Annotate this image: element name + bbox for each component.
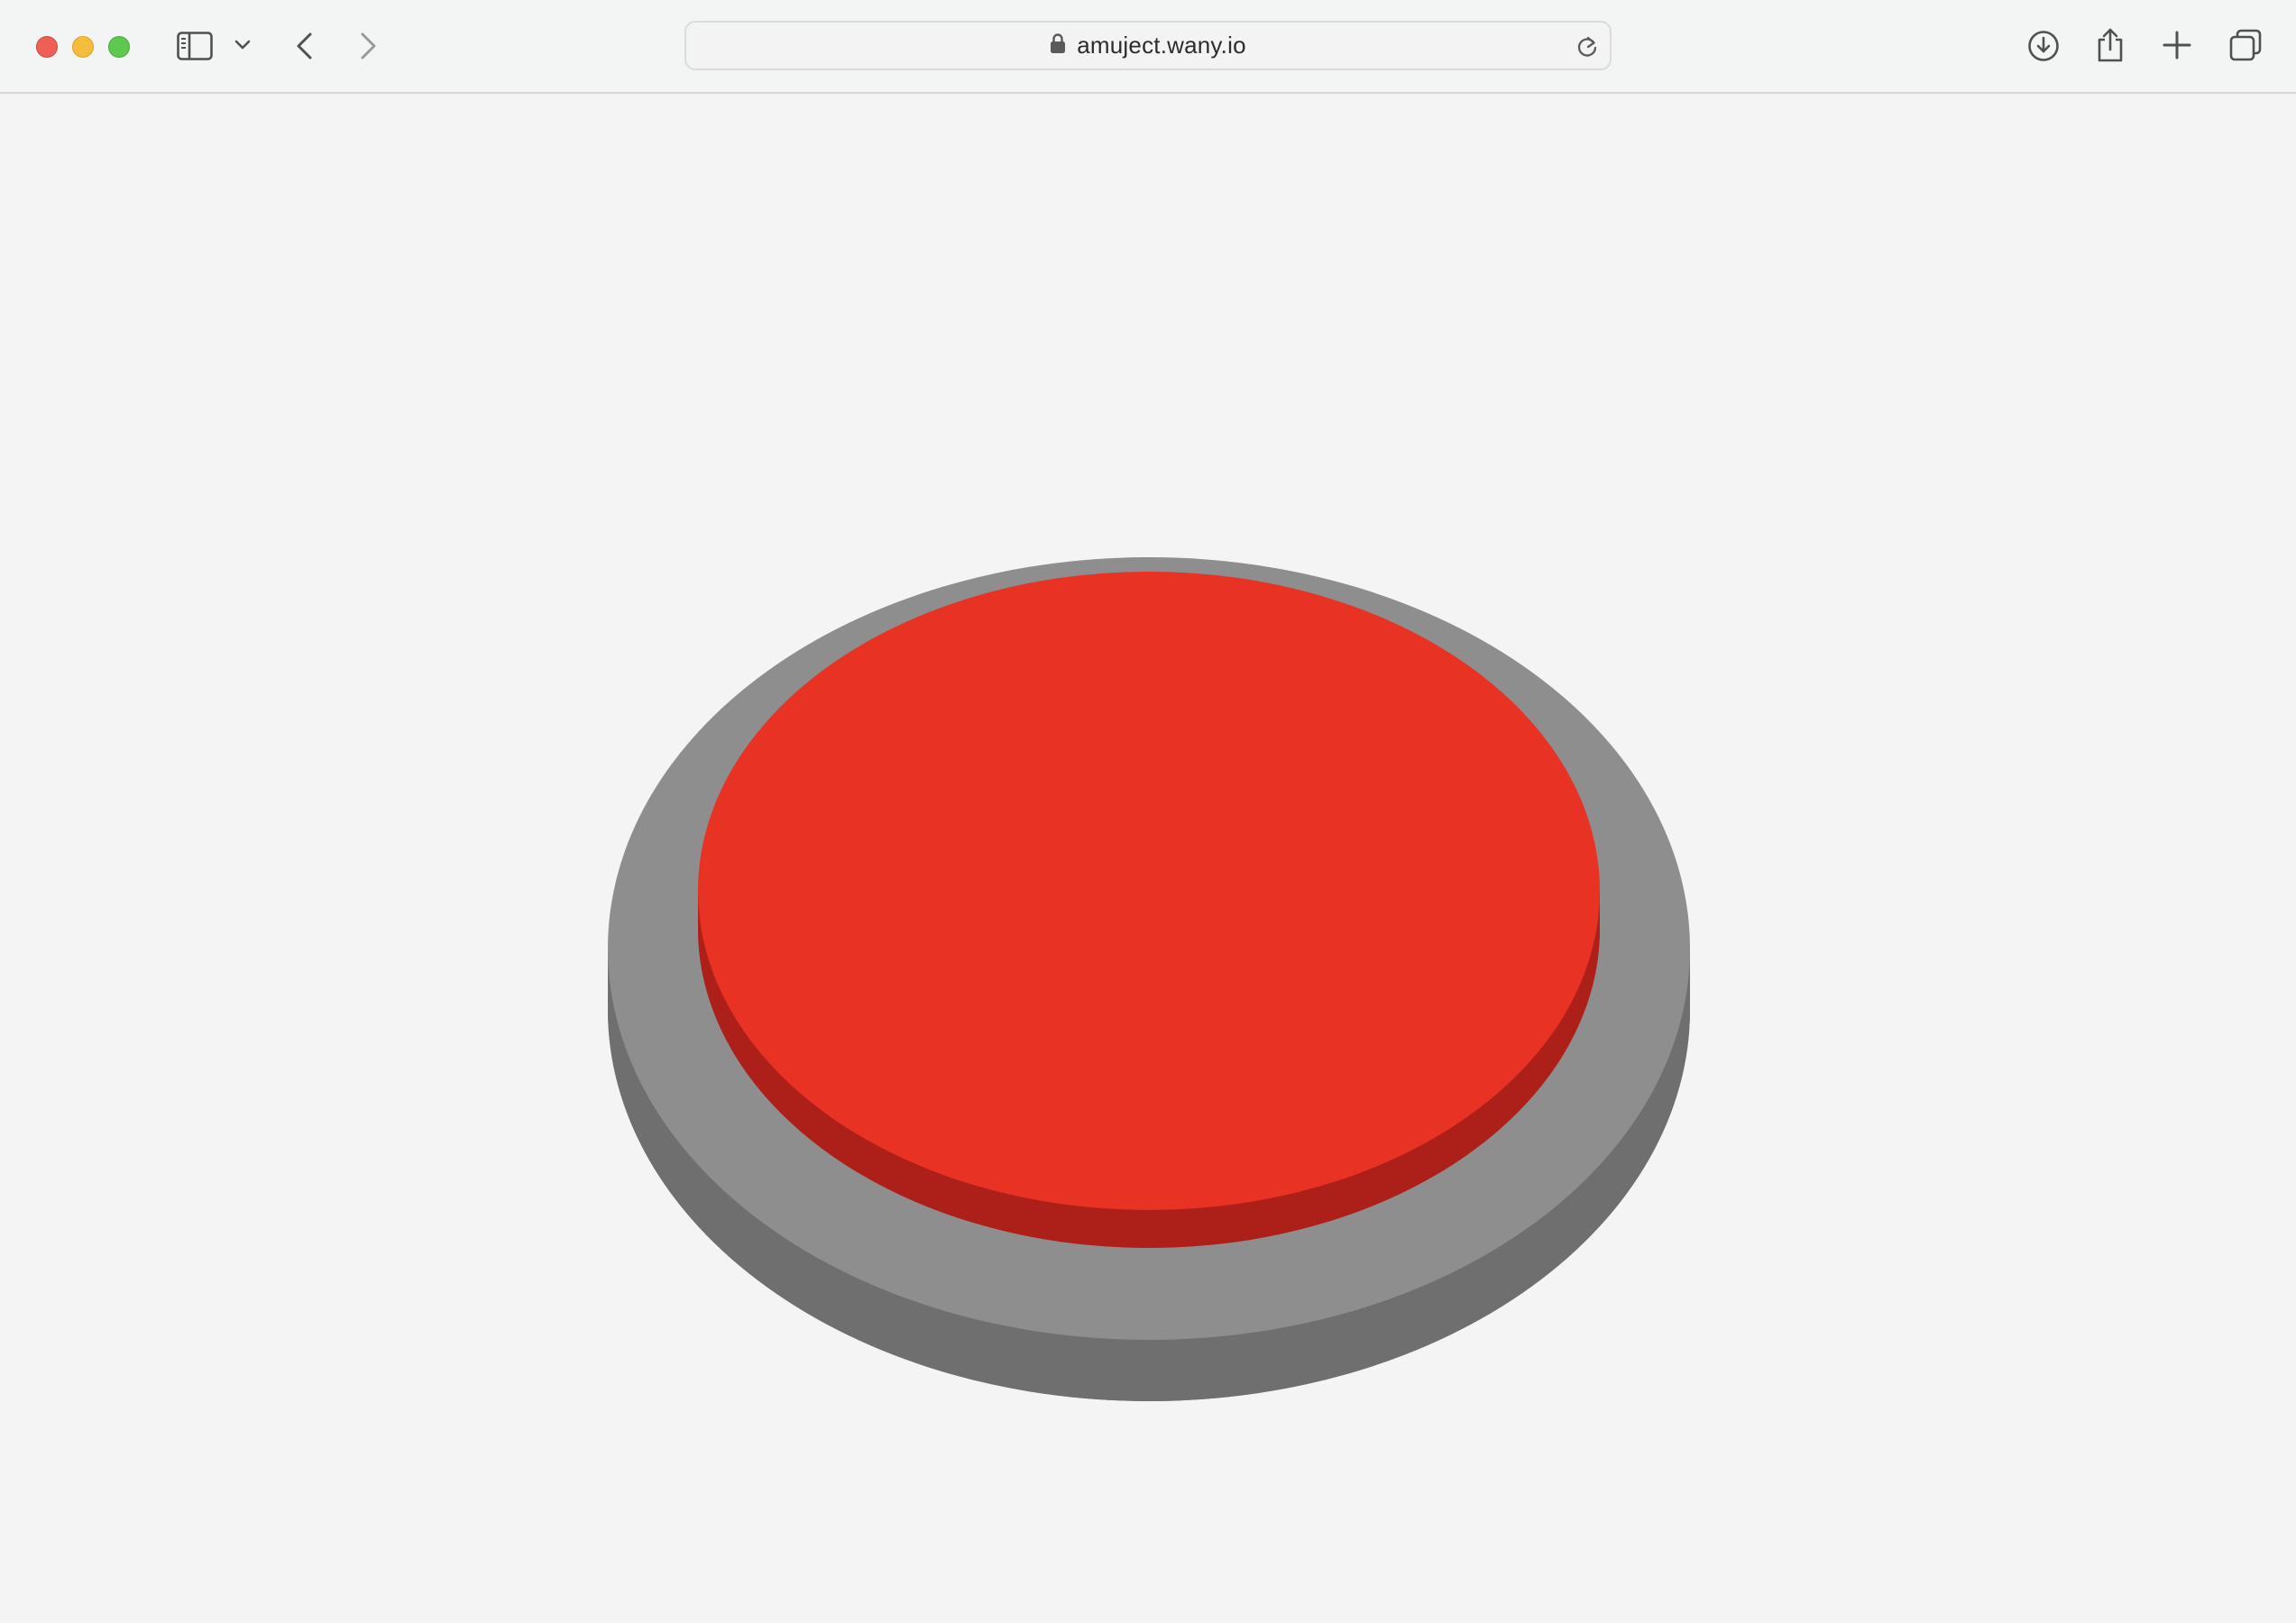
address-content: amuject.wany.io bbox=[686, 23, 1610, 69]
back-arrow-icon[interactable] bbox=[294, 32, 314, 60]
browser-toolbar: amuject.wany.io bbox=[0, 0, 2296, 94]
lock-icon bbox=[1050, 32, 1066, 59]
plus-icon[interactable] bbox=[2163, 31, 2191, 60]
tab-overview-icon[interactable] bbox=[2229, 29, 2262, 61]
url-text[interactable]: amuject.wany.io bbox=[1077, 32, 1246, 60]
share-icon[interactable] bbox=[2096, 27, 2125, 63]
browser-window: amuject.wany.io bbox=[0, 0, 2296, 1623]
maximize-window-button[interactable] bbox=[108, 36, 130, 58]
big-red-button[interactable] bbox=[0, 94, 2296, 1623]
chevron-down-icon[interactable] bbox=[234, 40, 251, 50]
button-cap-top bbox=[698, 572, 1600, 1210]
reload-icon[interactable] bbox=[1575, 34, 1599, 64]
page-content bbox=[0, 94, 2296, 1623]
sidebar-icon[interactable] bbox=[177, 32, 213, 60]
address-bar[interactable]: amuject.wany.io bbox=[684, 21, 1612, 70]
close-window-button[interactable] bbox=[36, 36, 58, 58]
forward-arrow-icon[interactable] bbox=[359, 32, 379, 60]
minimize-window-button[interactable] bbox=[72, 36, 94, 58]
download-icon[interactable] bbox=[2027, 30, 2060, 62]
